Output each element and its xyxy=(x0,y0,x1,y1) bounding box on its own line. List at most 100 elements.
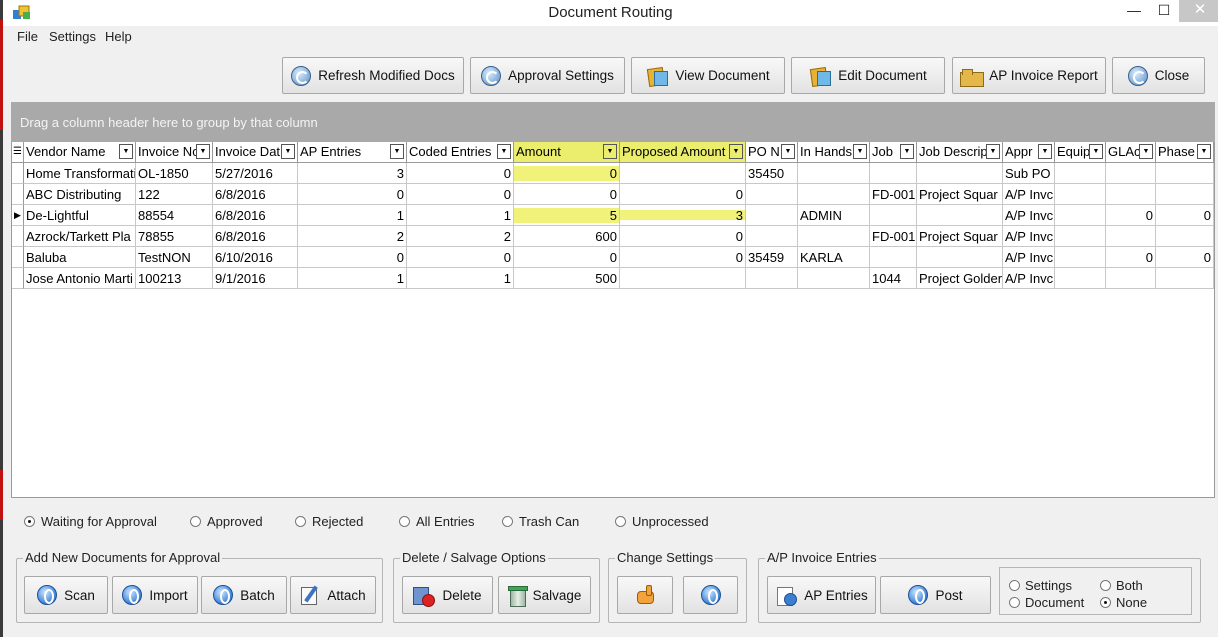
menu-file[interactable]: File xyxy=(17,29,38,44)
table-cell[interactable]: 0 xyxy=(514,247,620,268)
table-cell[interactable]: 1 xyxy=(407,205,514,226)
table-cell[interactable]: ABC Distributing xyxy=(24,184,136,205)
row-indicator[interactable] xyxy=(12,184,24,205)
option-none-radio[interactable]: None xyxy=(1100,595,1147,610)
table-cell[interactable] xyxy=(1055,247,1106,268)
filter-dropdown-icon[interactable]: ▼ xyxy=(729,144,743,159)
filter-dropdown-icon[interactable]: ▼ xyxy=(281,144,295,159)
column-header[interactable]: GLAc ▼ xyxy=(1106,142,1156,163)
table-cell[interactable] xyxy=(917,163,1003,184)
column-header[interactable]: PO N ▼ xyxy=(746,142,798,163)
filter-dropdown-icon[interactable]: ▼ xyxy=(986,144,1000,159)
table-cell[interactable]: 0 xyxy=(298,247,407,268)
filter-dropdown-icon[interactable]: ▼ xyxy=(603,144,617,159)
table-cell[interactable] xyxy=(620,163,746,184)
table-cell[interactable]: A/P Invc xyxy=(1003,184,1055,205)
table-cell[interactable] xyxy=(1106,163,1156,184)
table-cell[interactable]: 35450 xyxy=(746,163,798,184)
table-cell[interactable]: 0 xyxy=(407,163,514,184)
table-cell[interactable]: 0 xyxy=(1156,247,1214,268)
column-header[interactable]: Invoice No ▼ xyxy=(136,142,213,163)
table-cell[interactable] xyxy=(870,247,917,268)
table-cell[interactable]: 600 xyxy=(514,226,620,247)
table-cell[interactable]: KARLA xyxy=(798,247,870,268)
table-cell[interactable]: 3 xyxy=(620,205,746,226)
table-cell[interactable]: 1 xyxy=(407,268,514,289)
settings-refresh-button[interactable] xyxy=(683,576,738,614)
salvage-button[interactable]: Salvage xyxy=(498,576,591,614)
table-cell[interactable]: A/P Invc xyxy=(1003,226,1055,247)
table-cell[interactable]: 9/1/2016 xyxy=(213,268,298,289)
documents-grid[interactable]: ☰ Vendor Name ▼ Invoice No ▼ Invoice Dat ▼ AP … xyxy=(11,142,1215,498)
table-cell[interactable]: A/P Invc xyxy=(1003,205,1055,226)
table-cell[interactable] xyxy=(620,268,746,289)
column-header[interactable]: Invoice Dat ▼ xyxy=(213,142,298,163)
batch-button[interactable]: Batch xyxy=(201,576,287,614)
option-document-radio[interactable]: Document xyxy=(1009,595,1084,610)
table-cell[interactable]: 0 xyxy=(1106,247,1156,268)
table-cell[interactable]: 0 xyxy=(407,184,514,205)
filter-dropdown-icon[interactable]: ▼ xyxy=(1038,144,1052,159)
table-cell[interactable]: OL-1850 xyxy=(136,163,213,184)
table-cell[interactable]: 5 xyxy=(514,205,620,226)
table-cell[interactable] xyxy=(1055,205,1106,226)
menu-help[interactable]: Help xyxy=(105,29,132,44)
table-cell[interactable] xyxy=(1106,226,1156,247)
column-header[interactable]: Phase ▼ xyxy=(1156,142,1214,163)
table-cell[interactable]: 0 xyxy=(620,226,746,247)
column-header[interactable]: Vendor Name ▼ xyxy=(24,142,136,163)
view-document-button[interactable]: View Document xyxy=(631,57,785,94)
filter-dropdown-icon[interactable]: ▼ xyxy=(196,144,210,159)
column-header[interactable]: Equip ▼ xyxy=(1055,142,1106,163)
table-cell[interactable]: 0 xyxy=(514,184,620,205)
ap-entries-button[interactable]: AP Entries xyxy=(767,576,876,614)
table-cell[interactable]: 6/8/2016 xyxy=(213,205,298,226)
table-cell[interactable]: 6/8/2016 xyxy=(213,226,298,247)
group-by-panel[interactable]: Drag a column header here to group by th… xyxy=(11,102,1215,142)
table-cell[interactable]: 35459 xyxy=(746,247,798,268)
table-cell[interactable] xyxy=(798,268,870,289)
row-indicator[interactable] xyxy=(12,247,24,268)
filter-rejected-radio[interactable]: Rejected xyxy=(295,514,363,529)
table-cell[interactable]: TestNON xyxy=(136,247,213,268)
table-cell[interactable] xyxy=(1106,184,1156,205)
edit-document-button[interactable]: Edit Document xyxy=(791,57,945,94)
table-cell[interactable]: 1 xyxy=(298,268,407,289)
table-cell[interactable]: 0 xyxy=(514,163,620,184)
attach-button[interactable]: Attach xyxy=(290,576,376,614)
column-header[interactable]: AP Entries ▼ xyxy=(298,142,407,163)
table-cell[interactable] xyxy=(1055,163,1106,184)
table-cell[interactable] xyxy=(798,163,870,184)
table-cell[interactable] xyxy=(746,184,798,205)
table-cell[interactable]: Project Squar xyxy=(917,184,1003,205)
filter-dropdown-icon[interactable]: ▼ xyxy=(781,144,795,159)
delete-button[interactable]: Delete xyxy=(402,576,493,614)
filter-dropdown-icon[interactable]: ▼ xyxy=(900,144,914,159)
column-header[interactable]: Job ▼ xyxy=(870,142,917,163)
column-header[interactable]: Amount ▼ xyxy=(514,142,620,163)
row-indicator[interactable]: ▶ xyxy=(12,205,24,226)
post-button[interactable]: Post xyxy=(880,576,991,614)
table-cell[interactable] xyxy=(746,205,798,226)
row-indicator[interactable] xyxy=(12,268,24,289)
table-cell[interactable] xyxy=(1055,184,1106,205)
table-cell[interactable]: A/P Invc xyxy=(1003,247,1055,268)
table-cell[interactable]: 78855 xyxy=(136,226,213,247)
table-cell[interactable]: 500 xyxy=(514,268,620,289)
table-cell[interactable]: Jose Antonio Marti xyxy=(24,268,136,289)
filter-approved-radio[interactable]: Approved xyxy=(190,514,263,529)
filter-dropdown-icon[interactable]: ▼ xyxy=(1089,144,1103,159)
table-cell[interactable]: Home Transformati xyxy=(24,163,136,184)
table-cell[interactable]: 0 xyxy=(620,184,746,205)
table-cell[interactable]: 1044 xyxy=(870,268,917,289)
table-cell[interactable] xyxy=(1106,268,1156,289)
table-cell[interactable]: Project Squar xyxy=(917,226,1003,247)
table-cell[interactable]: 2 xyxy=(298,226,407,247)
table-cell[interactable]: 0 xyxy=(298,184,407,205)
table-cell[interactable] xyxy=(1156,268,1214,289)
filter-dropdown-icon[interactable]: ▼ xyxy=(119,144,133,159)
table-cell[interactable] xyxy=(798,226,870,247)
table-cell[interactable] xyxy=(746,226,798,247)
table-cell[interactable]: 0 xyxy=(1106,205,1156,226)
table-cell[interactable]: 2 xyxy=(407,226,514,247)
